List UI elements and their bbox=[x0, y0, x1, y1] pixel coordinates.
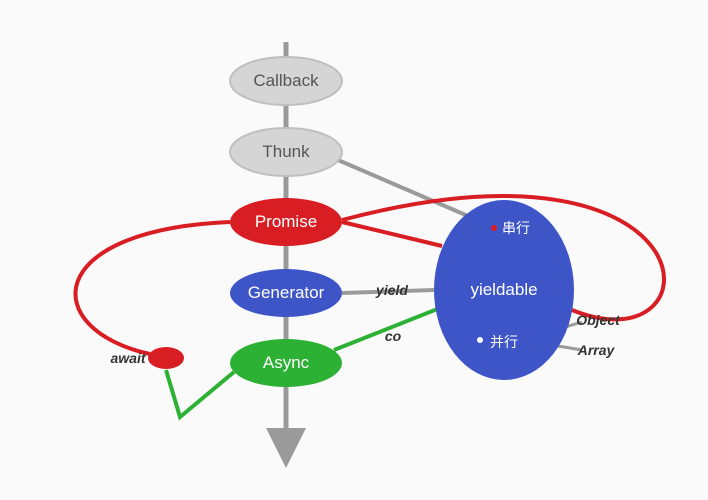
node-callback bbox=[230, 57, 342, 105]
node-async bbox=[230, 339, 342, 387]
edge-await-promise bbox=[75, 222, 230, 354]
edge-async-await bbox=[166, 370, 234, 417]
node-await bbox=[148, 347, 184, 369]
edge-async-co bbox=[334, 304, 450, 350]
node-generator bbox=[230, 269, 342, 317]
dot-serial bbox=[491, 225, 497, 231]
edge-yieldable-array bbox=[558, 346, 582, 350]
edge-generator-yield bbox=[342, 290, 434, 293]
edge-promise-yieldable bbox=[342, 222, 442, 246]
node-promise bbox=[230, 198, 342, 246]
node-thunk bbox=[230, 128, 342, 176]
node-yieldable bbox=[434, 200, 574, 380]
diagram-canvas bbox=[0, 0, 708, 500]
dot-parallel bbox=[477, 337, 483, 343]
